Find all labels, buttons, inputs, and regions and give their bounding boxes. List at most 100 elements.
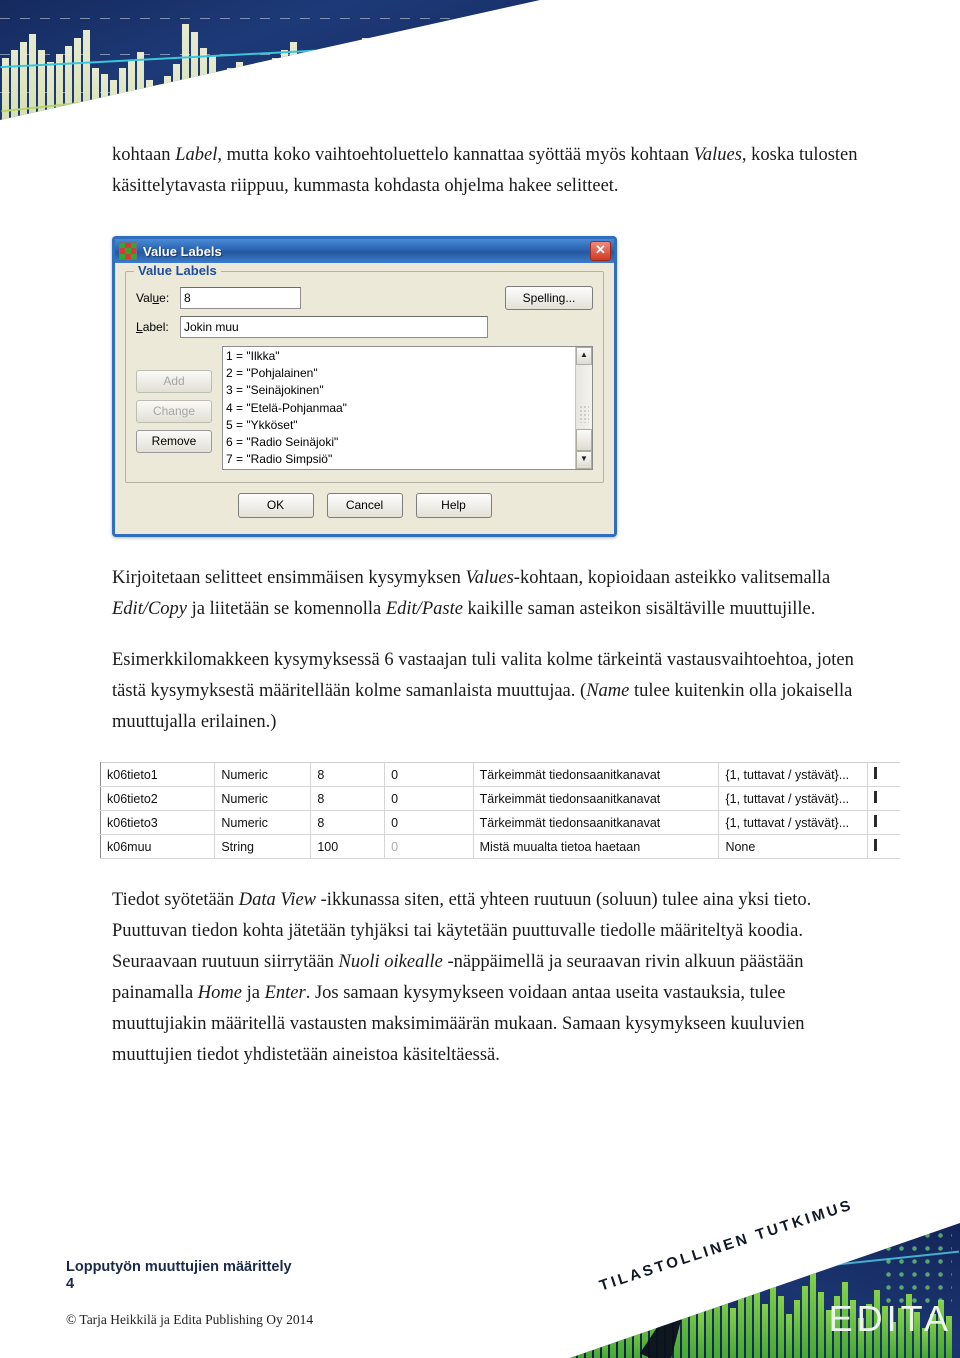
p4-em-arrowright: Nuoli oikealle — [338, 952, 443, 972]
value-label-item[interactable]: 2 = "Pohjalainen" — [226, 365, 575, 382]
cell-type[interactable]: Numeric — [214, 762, 312, 787]
groupbox-legend: Value Labels — [134, 263, 221, 278]
p2-em-values: Values — [465, 568, 514, 588]
cell-variable-name[interactable]: k06tieto3 — [99, 810, 216, 835]
cell-label[interactable]: Tärkeimmät tiedonsaanitkanavat — [473, 786, 720, 811]
value-labels-listbox[interactable]: 1 = "Ilkka" 2 = "Pohjalainen" 3 = "Seinäjo… — [222, 346, 593, 470]
scrollbar-thumb[interactable] — [576, 429, 592, 451]
dialog-titlebar[interactable]: Value Labels ✕ — [115, 239, 614, 263]
cell-values[interactable]: {1, tuttavat / ystävät}... — [718, 786, 869, 811]
brand-logo-text: EDITA — [828, 1298, 952, 1339]
cell-variable-name[interactable]: k06tieto1 — [99, 762, 216, 787]
listbox-scrollbar[interactable]: ▲ ▼ — [575, 347, 592, 469]
table-row[interactable]: k06muu String 100 0 Mistä muualta tietoa hae… — [99, 834, 900, 859]
cell-decimals[interactable]: 0 — [384, 786, 474, 811]
cell-type[interactable]: Numeric — [214, 786, 312, 811]
label-input[interactable]: Jokin muu — [180, 316, 488, 338]
document-content: kohtaan Label, mutta koko vaihtoehtoluet… — [99, 140, 900, 1075]
cell-label[interactable]: Tärkeimmät tiedonsaanitkanavat — [473, 762, 720, 787]
scrollbar-track[interactable] — [576, 365, 592, 451]
cell-type[interactable]: String — [214, 834, 312, 859]
cell-type[interactable]: Numeric — [214, 810, 312, 835]
value-labels-list[interactable]: 1 = "Ilkka" 2 = "Pohjalainen" 3 = "Seinäjo… — [223, 347, 575, 469]
p4-em-home: Home — [197, 983, 242, 1003]
cell-decimals[interactable]: 0 — [384, 762, 474, 787]
label-label: Label: — [136, 320, 169, 334]
p4-em-dataview: Data View — [238, 890, 317, 910]
label-row: Label: Jokin muu — [136, 316, 593, 338]
cell-width[interactable]: 100 — [310, 834, 386, 859]
remove-button[interactable]: Remove — [136, 430, 212, 453]
value-labels-dialog-screenshot: Value Labels ✕ Value Labels Value: 8 Spe… — [112, 236, 617, 537]
p4-text-d: ja — [241, 983, 265, 1003]
cell-truncated-column — [867, 810, 900, 835]
cell-values[interactable]: {1, tuttavat / ystävät}... — [718, 762, 869, 787]
dialog-body: Value Labels Value: 8 Spelling... Label:… — [115, 263, 614, 534]
value-label-item[interactable]: 1 = "Ilkka" — [226, 348, 575, 365]
p3-em-name: Name — [586, 681, 630, 701]
value-label: Value: — [136, 291, 170, 305]
intro-text-b: , mutta koko vaihtoehtoluettelo kannatta… — [217, 145, 694, 165]
cell-variable-name[interactable]: k06muu — [99, 834, 216, 859]
truncated-column-marker — [874, 839, 878, 851]
scroll-down-icon[interactable]: ▼ — [576, 451, 592, 469]
page-footer: Lopputyön muuttujien määrittely 4 © Tarj… — [66, 1259, 586, 1328]
cancel-button[interactable]: Cancel — [326, 493, 403, 518]
header-decoration-graphic — [0, 0, 540, 120]
cell-width[interactable]: 8 — [310, 810, 386, 835]
scroll-up-icon[interactable]: ▲ — [576, 347, 592, 365]
table-row[interactable]: k06tieto2 Numeric 8 0 Tärkeimmät tiedonsaani… — [99, 786, 900, 811]
footer-decoration-graphic: EDITA — [570, 1223, 960, 1358]
p2-text-d: kaikille saman asteikon sisältäville muu… — [462, 599, 816, 619]
value-label-item[interactable]: 7 = "Radio Simpsiö" — [226, 451, 575, 468]
truncated-column-marker — [874, 815, 878, 827]
value-label-item[interactable]: 6 = "Radio Seinäjoki" — [226, 434, 575, 451]
spelling-button[interactable]: Spelling... — [505, 286, 593, 310]
value-label-item[interactable]: 5 = "Ykköset" — [226, 417, 575, 434]
truncated-column-marker — [874, 767, 878, 779]
ok-button[interactable]: OK — [237, 493, 314, 518]
change-button[interactable]: Change — [136, 400, 212, 423]
value-row: Value: 8 Spelling... — [136, 286, 593, 310]
value-input[interactable]: 8 — [180, 287, 301, 309]
cell-decimals[interactable]: 0 — [384, 834, 474, 859]
cell-width[interactable]: 8 — [310, 786, 386, 811]
cell-label[interactable]: Tärkeimmät tiedonsaanitkanavat — [473, 810, 720, 835]
cell-decimals[interactable]: 0 — [384, 810, 474, 835]
cell-variable-name[interactable]: k06tieto2 — [99, 786, 216, 811]
cell-label[interactable]: Mistä muualta tietoa haetaan — [473, 834, 720, 859]
intro-paragraph: kohtaan Label, mutta koko vaihtoehtoluet… — [112, 140, 874, 202]
add-button[interactable]: Add — [136, 370, 212, 393]
cell-width[interactable]: 8 — [310, 762, 386, 787]
help-button[interactable]: Help — [415, 493, 492, 518]
value-label-item[interactable]: 3 = "Seinäjokinen" — [226, 382, 575, 399]
cell-values[interactable]: None — [718, 834, 869, 859]
intro-text-a: kohtaan — [112, 145, 176, 165]
spss-grid-icon — [119, 242, 137, 260]
paragraph-data-view: Tiedot syötetään Data View -ikkunassa si… — [112, 885, 874, 1071]
value-label-item[interactable]: 4 = "Etelä-Pohjanmaa" — [226, 400, 575, 417]
paragraph-three-variables: Esimerkkilomakkeen kysymyksessä 6 vastaa… — [112, 645, 874, 738]
footer-title: Lopputyön muuttujien määrittely — [66, 1259, 292, 1275]
value-labels-groupbox: Value Labels Value: 8 Spelling... Label:… — [125, 263, 604, 483]
close-icon[interactable]: ✕ — [590, 241, 611, 261]
p4-text-a: Tiedot syötetään — [112, 890, 239, 910]
p2-text-c: ja liitetään se komennolla — [187, 599, 386, 619]
truncated-column-marker — [874, 791, 878, 803]
intro-emphasis-label: Label — [175, 145, 218, 165]
scrollbar-grip — [579, 404, 589, 423]
deco-dot-matrix — [882, 1229, 952, 1309]
p2-em-editpaste: Edit/Paste — [385, 599, 463, 619]
table-row[interactable]: k06tieto1 Numeric 8 0 Tärkeimmät tiedonsaani… — [99, 762, 900, 787]
cell-truncated-column — [867, 786, 900, 811]
labels-list-area: Add Change Remove 1 = "Ilkka" 2 = "Pohjal… — [136, 346, 593, 470]
p2-text-a: Kirjoitetaan selitteet ensimmäisen kysym… — [112, 568, 466, 588]
cell-values[interactable]: {1, tuttavat / ystävät}... — [718, 810, 869, 835]
table-row[interactable]: k06tieto3 Numeric 8 0 Tärkeimmät tiedonsaani… — [99, 810, 900, 835]
deco-bar-series — [0, 10, 540, 120]
page-number: 4 — [66, 1276, 75, 1292]
paragraph-values-copy-paste: Kirjoitetaan selitteet ensimmäisen kysym… — [112, 563, 874, 625]
cell-truncated-column — [867, 762, 900, 787]
